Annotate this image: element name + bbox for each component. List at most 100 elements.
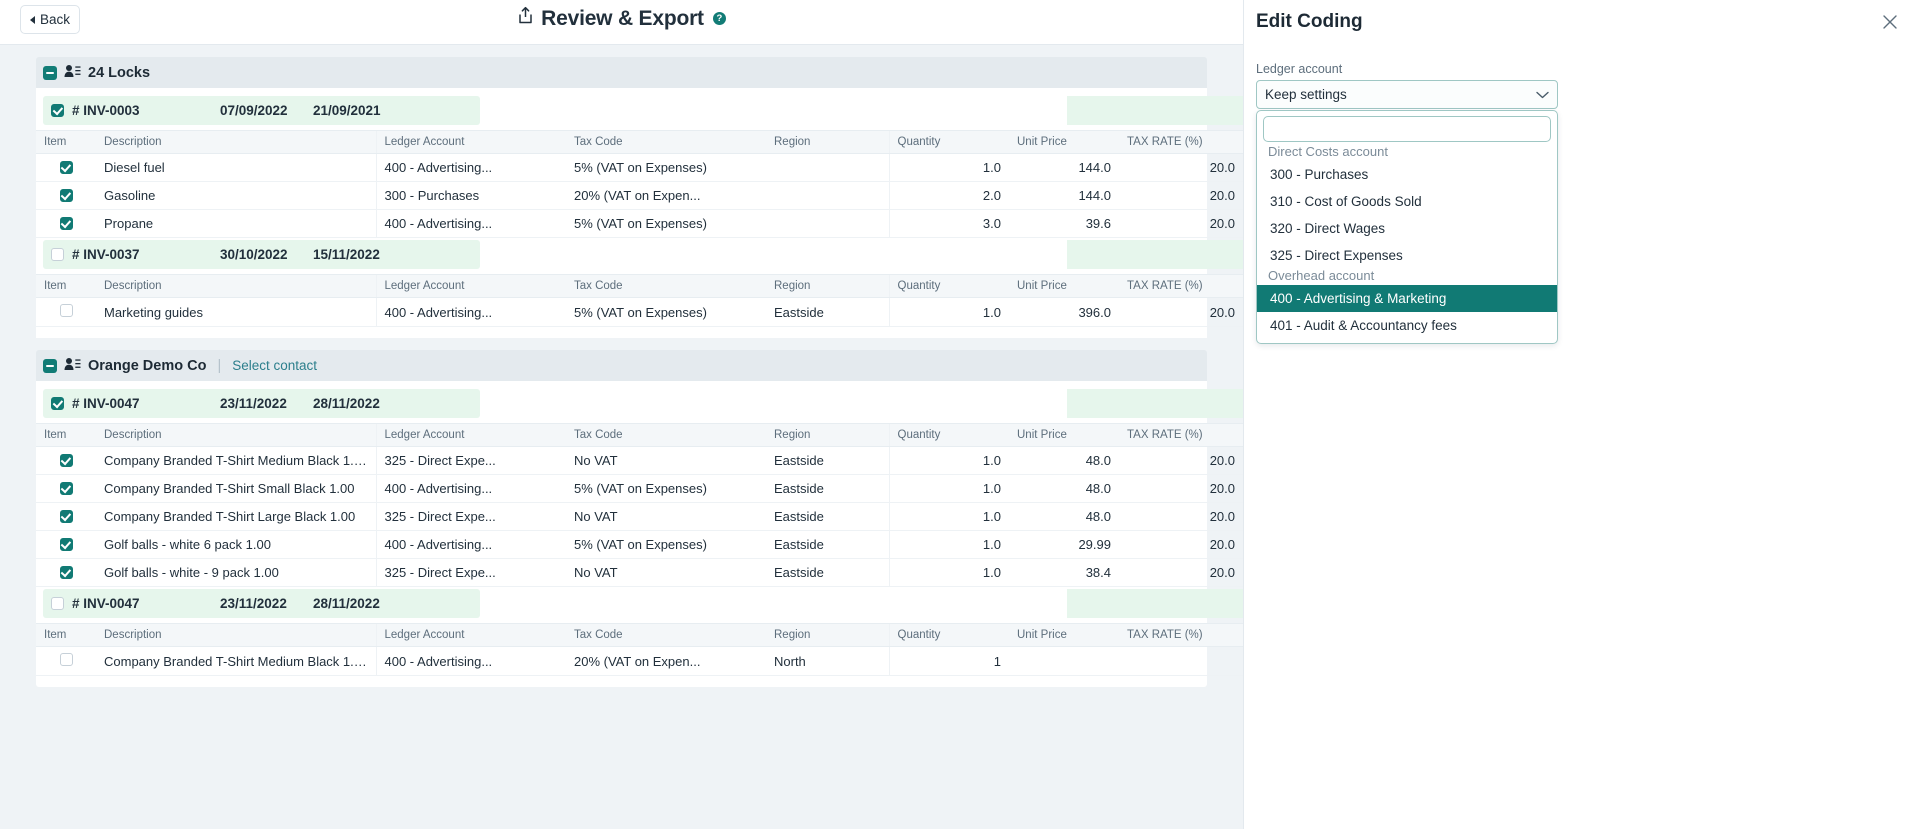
line-unit-price: 144.0: [1009, 181, 1119, 210]
dropdown-option[interactable]: 325 - Direct Expenses: [1257, 242, 1557, 269]
column-header-price: Unit Price: [1009, 274, 1119, 298]
invoice-list: 24 Locks # INV-0003 07/09/2022 21/09/2021 It…: [0, 45, 1243, 829]
dropdown-option[interactable]: 400 - Advertising & Marketing: [1257, 285, 1557, 312]
page-title: Review & Export ?: [0, 6, 1243, 31]
select-contact-link[interactable]: Select contact: [232, 358, 317, 373]
line-quantity: 2.0: [888, 181, 1009, 210]
table-row[interactable]: Propane 400 - Advertising... 5% (VAT on Ex…: [36, 209, 1243, 238]
table-header-row: Item Description Ledger Account Tax Code Reg…: [36, 274, 1243, 298]
line-item-checkbox[interactable]: [59, 217, 73, 230]
column-header-qty: Quantity: [888, 423, 1009, 447]
invoice-date: 30/10/2022: [220, 247, 288, 262]
line-item-cell: [36, 530, 96, 559]
drawer-title: Edit Coding: [1256, 11, 1363, 32]
line-item-checkbox[interactable]: [59, 538, 73, 551]
line-description: Diesel fuel: [96, 153, 376, 182]
line-quantity: 1: [888, 646, 1009, 676]
table-row[interactable]: Company Branded T-Shirt Medium Black 1.0…: [36, 646, 1243, 676]
invoice-checkbox[interactable]: [51, 248, 64, 261]
line-tax-rate: 20.0: [1119, 153, 1243, 182]
table-header-row: Item Description Ledger Account Tax Code Reg…: [36, 423, 1243, 447]
line-region: [766, 209, 889, 238]
table-row[interactable]: Company Branded T-Shirt Medium Black 1.0…: [36, 446, 1243, 475]
invoice-checkbox[interactable]: [51, 104, 64, 117]
ledger-account-select[interactable]: Keep settings: [1256, 80, 1558, 109]
close-icon[interactable]: [1880, 12, 1900, 32]
line-item-checkbox[interactable]: [59, 510, 73, 523]
invoice-checkbox[interactable]: [51, 597, 64, 610]
invoice-header-strip: [1067, 240, 1243, 269]
line-ledger-account: 400 - Advertising...: [375, 530, 566, 559]
line-region: Eastside: [766, 502, 889, 531]
edit-coding-drawer: Edit Coding Ledger account Keep settings…: [1243, 0, 1918, 829]
column-header-rate: TAX RATE (%): [1119, 623, 1243, 647]
dropdown-option[interactable]: 401 - Audit & Accountancy fees: [1257, 312, 1557, 339]
ledger-account-search-input[interactable]: [1263, 116, 1551, 142]
line-item-checkbox[interactable]: [59, 189, 73, 202]
line-unit-price: 39.6: [1009, 209, 1119, 238]
line-quantity: 1.0: [888, 474, 1009, 503]
dropdown-option[interactable]: 310 - Cost of Goods Sold: [1257, 188, 1557, 215]
line-region: Eastside: [766, 446, 889, 475]
invoice-due-date: 15/11/2022: [313, 247, 380, 262]
line-item-cell: [36, 181, 96, 210]
line-item-cell: [36, 297, 96, 327]
invoice-block: # INV-0047 23/11/2022 28/11/2022 Item Descri…: [36, 589, 1243, 678]
line-quantity: 1.0: [888, 530, 1009, 559]
column-header-price: Unit Price: [1009, 423, 1119, 447]
line-tax-code: 5% (VAT on Expenses): [566, 530, 766, 559]
line-item-checkbox[interactable]: [59, 482, 73, 495]
invoice-header-strip: [1067, 389, 1243, 418]
line-region: North: [766, 646, 889, 676]
table-row[interactable]: Company Branded T-Shirt Small Black 1.00…: [36, 474, 1243, 503]
table-row[interactable]: Gasoline 300 - Purchases 20% (VAT on Expen…: [36, 181, 1243, 210]
export-share-icon: [517, 6, 534, 31]
line-item-cell: [36, 646, 96, 676]
help-icon[interactable]: ?: [712, 12, 726, 25]
dropdown-option[interactable]: 300 - Purchases: [1257, 161, 1557, 188]
line-region: Eastside: [766, 558, 889, 587]
table-row[interactable]: Golf balls - white 6 pack 1.00 400 - Adve…: [36, 530, 1243, 559]
line-quantity: 1.0: [888, 502, 1009, 531]
column-header-desc: Description: [96, 130, 376, 154]
table-row[interactable]: Golf balls - white - 9 pack 1.00 325 - Di…: [36, 558, 1243, 587]
line-region: Eastside: [766, 474, 889, 503]
line-description: Company Branded T-Shirt Medium Black 1.0…: [96, 446, 376, 475]
dropdown-group-label: Overhead account: [1268, 268, 1375, 283]
line-unit-price: 48.0: [1009, 502, 1119, 531]
column-header-region: Region: [766, 423, 889, 447]
table-row[interactable]: Marketing guides 400 - Advertising... 5% (…: [36, 297, 1243, 327]
dropdown-option[interactable]: 320 - Direct Wages: [1257, 215, 1557, 242]
invoice-block: # INV-0003 07/09/2022 21/09/2021 Item Descri…: [36, 96, 1243, 240]
invoice-block: # INV-0047 23/11/2022 28/11/2022 Item Descri…: [36, 389, 1243, 589]
contact-group: Orange Demo Co | Select contact # INV-0047 2…: [0, 350, 1243, 687]
table-row[interactable]: Diesel fuel 400 - Advertising... 5% (VAT o…: [36, 153, 1243, 182]
column-header-item: Item: [36, 130, 96, 154]
line-tax-code: 20% (VAT on Expen...: [566, 646, 766, 676]
line-tax-rate: 20.0: [1119, 181, 1243, 210]
line-item-checkbox[interactable]: [59, 304, 73, 317]
line-tax-rate: [1119, 646, 1243, 676]
line-item-checkbox[interactable]: [59, 566, 73, 579]
line-description: Company Branded T-Shirt Small Black 1.00: [96, 474, 376, 503]
invoice-checkbox[interactable]: [51, 397, 64, 410]
line-item-checkbox[interactable]: [59, 161, 73, 174]
collapse-group-icon[interactable]: [43, 358, 57, 373]
column-header-ledger: Ledger Account: [375, 423, 566, 447]
column-header-ledger: Ledger Account: [375, 274, 566, 298]
invoice-header: # INV-0037 30/10/2022 15/11/2022: [43, 240, 1243, 269]
collapse-group-icon[interactable]: [43, 65, 57, 80]
table-header-row: Item Description Ledger Account Tax Code Reg…: [36, 130, 1243, 154]
contact-group-title: Orange Demo Co: [88, 357, 207, 374]
contact-group: 24 Locks # INV-0003 07/09/2022 21/09/2021 It…: [0, 57, 1243, 338]
line-quantity: 1.0: [888, 297, 1009, 327]
line-tax-code: No VAT: [566, 446, 766, 475]
line-item-checkbox[interactable]: [59, 653, 73, 666]
line-description: Golf balls - white 6 pack 1.00: [96, 530, 376, 559]
line-item-checkbox[interactable]: [59, 454, 73, 467]
table-row[interactable]: Company Branded T-Shirt Large Black 1.00…: [36, 502, 1243, 531]
invoice-number: # INV-0003: [72, 103, 140, 118]
invoice-due-date: 28/11/2022: [313, 396, 380, 411]
line-unit-price: 396.0: [1009, 297, 1119, 327]
line-tax-rate: 20.0: [1119, 446, 1243, 475]
